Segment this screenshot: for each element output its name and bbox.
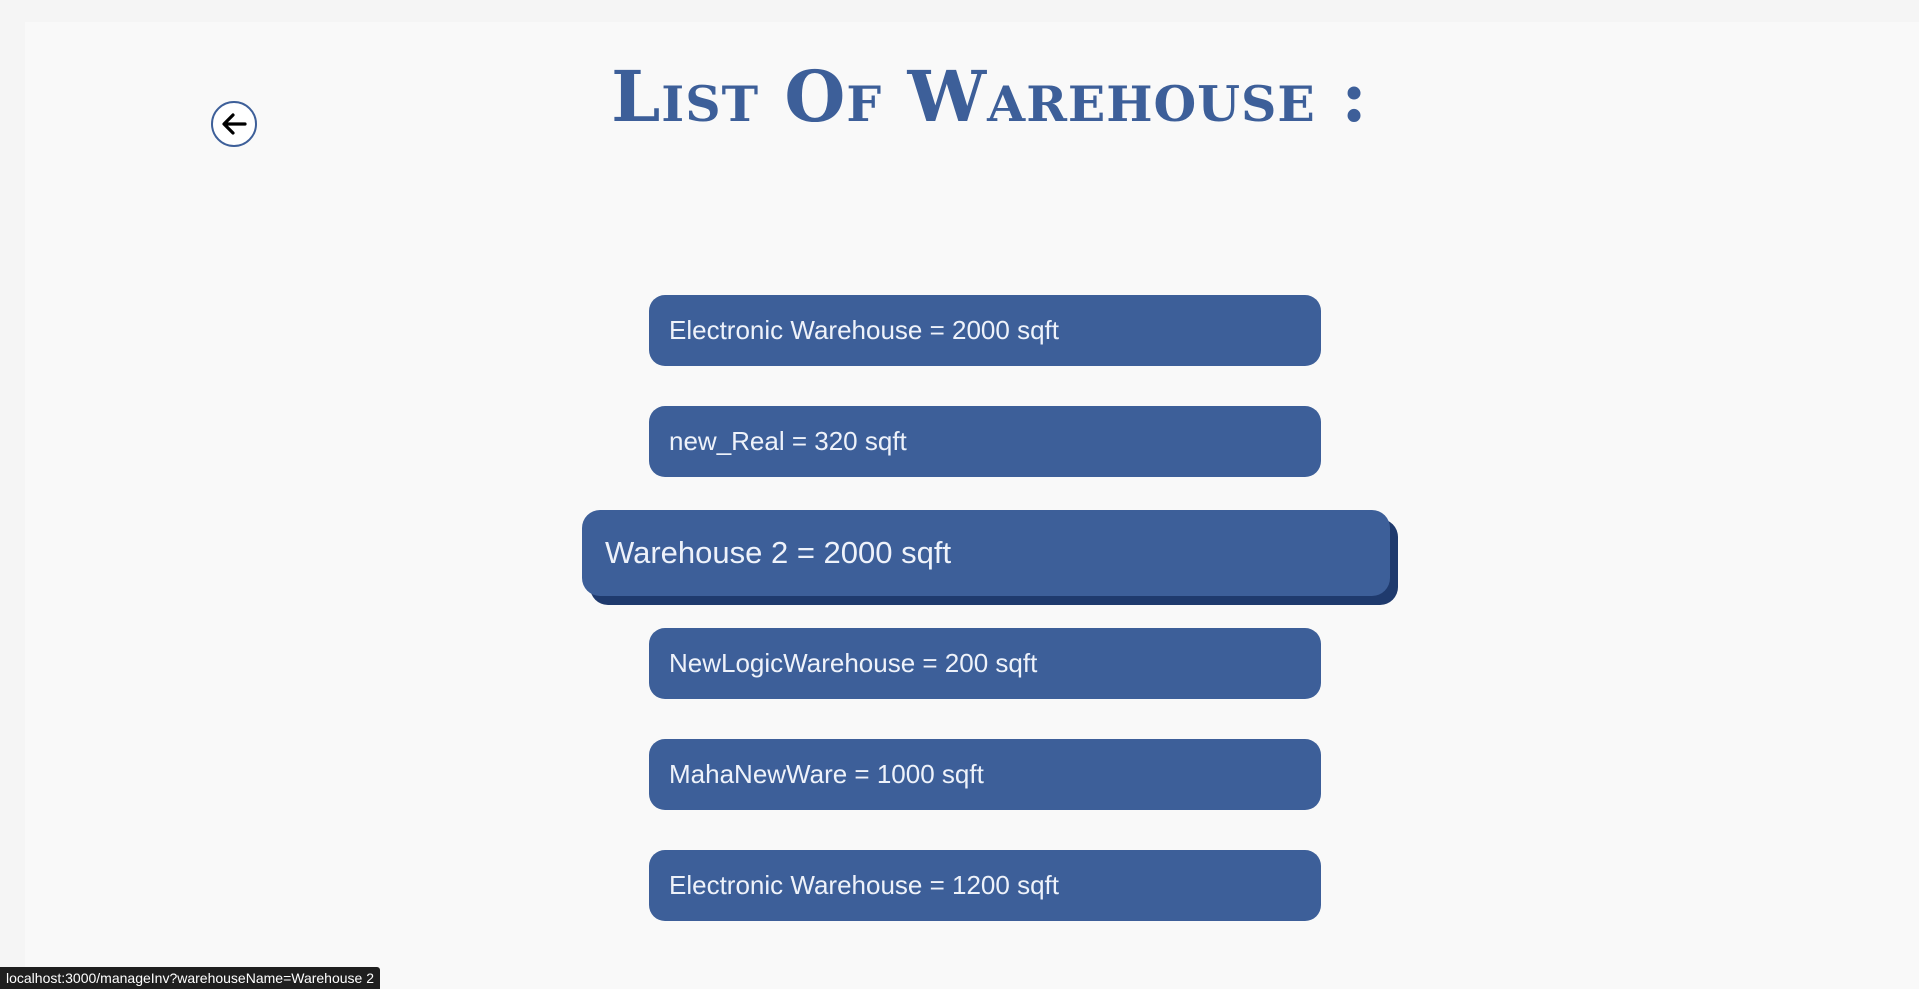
link-status-bar: localhost:3000/manageInv?warehouseName=W… <box>0 967 380 989</box>
warehouse-item-hovered[interactable]: Warehouse 2 = 2000 sqft <box>582 510 1390 596</box>
warehouse-item[interactable]: Electronic Warehouse = 2000 sqft <box>649 295 1321 366</box>
warehouse-item[interactable]: MahaNewWare = 1000 sqft <box>649 739 1321 810</box>
warehouse-item[interactable]: Electronic Warehouse = 1200 sqft <box>649 850 1321 921</box>
warehouse-item[interactable]: NewLogicWarehouse = 200 sqft <box>649 628 1321 699</box>
warehouse-item[interactable]: new_Real = 320 sqft <box>649 406 1321 477</box>
warehouse-list: Electronic Warehouse = 2000 sqft new_Rea… <box>0 0 1919 989</box>
